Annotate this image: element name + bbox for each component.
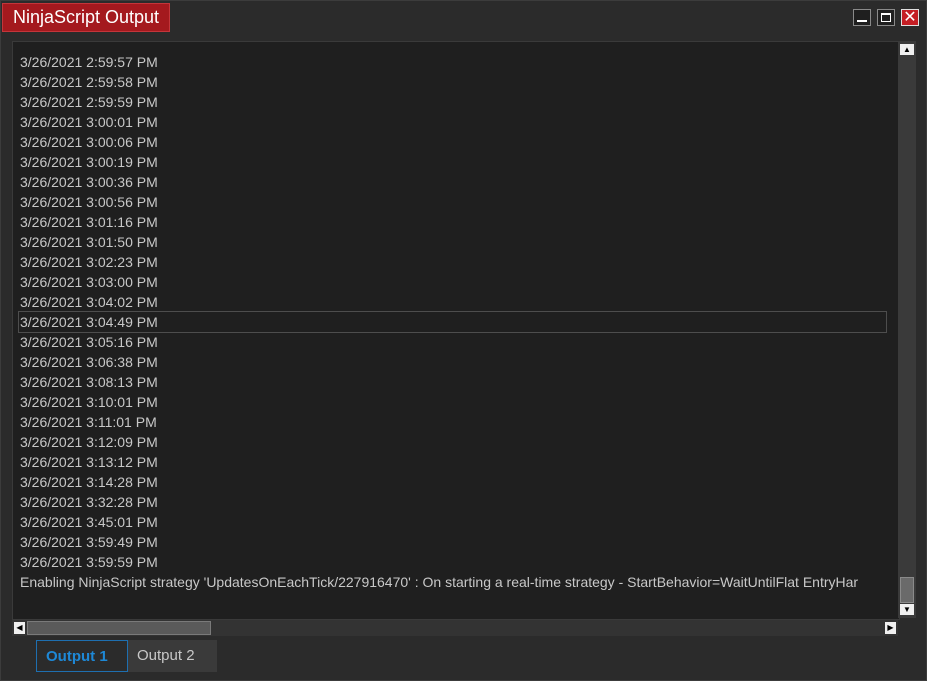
tab-output-2[interactable]: Output 2: [128, 640, 217, 672]
output-line[interactable]: 3/26/2021 2:59:57 PM: [20, 52, 899, 72]
minimize-button[interactable]: [853, 9, 871, 26]
output-line[interactable]: 3/26/2021 3:32:28 PM: [20, 492, 899, 512]
ninjascript-output-window: NinjaScript Output ✕ 3/26/2021 2:59:57 P…: [0, 0, 927, 681]
maximize-icon: [881, 13, 891, 22]
output-line[interactable]: 3/26/2021 3:59:59 PM: [20, 552, 899, 572]
output-line[interactable]: 3/26/2021 3:00:06 PM: [20, 132, 899, 152]
scroll-left-button[interactable]: ◀: [14, 622, 25, 634]
vertical-scrollbar[interactable]: ▲ ▼: [898, 41, 916, 618]
output-line[interactable]: 3/26/2021 3:04:02 PM: [20, 292, 899, 312]
output-line[interactable]: 3/26/2021 3:00:01 PM: [20, 112, 899, 132]
scroll-up-button[interactable]: ▲: [900, 44, 914, 55]
output-line[interactable]: 3/26/2021 3:01:16 PM: [20, 212, 899, 232]
output-line[interactable]: 3/26/2021 3:08:13 PM: [20, 372, 899, 392]
output-tab-bar: Output 1 Output 2: [1, 638, 926, 680]
output-line[interactable]: 3/26/2021 3:11:01 PM: [20, 412, 899, 432]
output-line[interactable]: 3/26/2021 3:06:38 PM: [20, 352, 899, 372]
vertical-scroll-thumb[interactable]: [900, 577, 914, 603]
output-line[interactable]: 3/26/2021 3:00:36 PM: [20, 172, 899, 192]
output-line[interactable]: Enabling NinjaScript strategy 'UpdatesOn…: [20, 572, 890, 592]
output-line[interactable]: 3/26/2021 3:10:01 PM: [20, 392, 899, 412]
close-button[interactable]: ✕: [901, 7, 919, 26]
output-text-area[interactable]: 3/26/2021 2:59:57 PM 3/26/2021 2:59:58 PM…: [12, 41, 900, 620]
output-line[interactable]: 3/26/2021 3:05:16 PM: [20, 332, 899, 352]
output-line[interactable]: 3/26/2021 2:59:59 PM: [20, 92, 899, 112]
maximize-button[interactable]: [877, 9, 895, 26]
output-line[interactable]: 3/26/2021 3:00:19 PM: [20, 152, 899, 172]
close-icon: ✕: [903, 7, 917, 26]
scroll-down-button[interactable]: ▼: [900, 604, 914, 615]
title-bar[interactable]: NinjaScript Output ✕: [1, 1, 926, 33]
output-line[interactable]: 3/26/2021 3:00:56 PM: [20, 192, 899, 212]
horizontal-scroll-thumb[interactable]: [27, 621, 211, 635]
scrollbar-corner: [898, 620, 916, 636]
output-line[interactable]: 3/26/2021 3:14:28 PM: [20, 472, 899, 492]
tab-output-1[interactable]: Output 1: [36, 640, 128, 672]
output-line[interactable]: 3/26/2021 3:04:49 PM: [18, 311, 887, 333]
output-line[interactable]: 3/26/2021 3:59:49 PM: [20, 532, 899, 552]
output-line[interactable]: 3/26/2021 3:03:00 PM: [20, 272, 899, 292]
scroll-right-button[interactable]: ▶: [885, 622, 896, 634]
output-line[interactable]: 3/26/2021 3:02:23 PM: [20, 252, 899, 272]
output-line[interactable]: 3/26/2021 3:13:12 PM: [20, 452, 899, 472]
output-line[interactable]: 3/26/2021 3:01:50 PM: [20, 232, 899, 252]
horizontal-scrollbar[interactable]: ◀ ▶: [12, 620, 898, 636]
output-line[interactable]: 3/26/2021 3:12:09 PM: [20, 432, 899, 452]
output-line[interactable]: 3/26/2021 3:45:01 PM: [20, 512, 899, 532]
minimize-icon: [857, 20, 867, 22]
window-title: NinjaScript Output: [2, 3, 170, 32]
output-lines: 3/26/2021 2:59:57 PM 3/26/2021 2:59:58 PM…: [18, 52, 899, 592]
output-line[interactable]: 3/26/2021 2:59:58 PM: [20, 72, 899, 92]
